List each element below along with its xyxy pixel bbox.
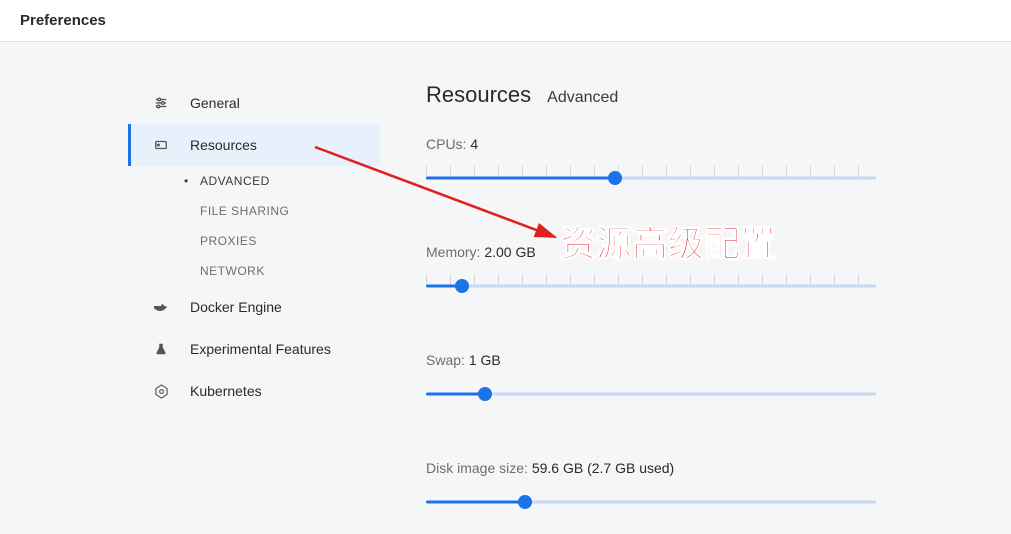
swap-slider[interactable] — [426, 388, 876, 400]
sidebar-item-dockerengine[interactable]: Docker Engine — [128, 286, 380, 328]
disk-slider[interactable] — [426, 496, 876, 508]
disk-label: Disk image size: — [426, 460, 528, 476]
drive-icon — [152, 136, 170, 154]
content-title-row: Resources Advanced — [426, 82, 971, 108]
slider-fill — [426, 177, 615, 180]
slider-fill — [426, 393, 485, 396]
sidebar-sub-filesharing[interactable]: FILE SHARING — [182, 196, 380, 226]
sidebar-item-experimental[interactable]: Experimental Features — [128, 328, 380, 370]
sidebar-item-label: Kubernetes — [190, 383, 262, 399]
sidebar-sub-label: NETWORK — [200, 264, 265, 278]
sidebar-sub-label: FILE SHARING — [200, 204, 289, 218]
swap-label-row: Swap: 1 GB — [426, 352, 971, 368]
content-pane: Resources Advanced CPUs: 4 Memory: 2.00 … — [380, 82, 1011, 518]
memory-label-row: Memory: 2.00 GB — [426, 244, 971, 260]
sidebar-sub-resources: ADVANCED FILE SHARING PROXIES NETWORK — [128, 166, 380, 286]
memory-slider[interactable] — [426, 280, 876, 292]
cpus-label: CPUs: — [426, 136, 466, 152]
sidebar-sub-label: PROXIES — [200, 234, 257, 248]
memory-field: Memory: 2.00 GB — [426, 244, 971, 292]
disk-value: 59.6 GB (2.7 GB used) — [532, 460, 674, 476]
cpus-slider[interactable] — [426, 172, 876, 184]
page-title: Preferences — [20, 12, 106, 29]
slider-fill — [426, 501, 525, 504]
swap-value: 1 GB — [469, 352, 501, 368]
sidebar-sub-proxies[interactable]: PROXIES — [182, 226, 380, 256]
slider-knob[interactable] — [455, 279, 469, 293]
cpus-value: 4 — [470, 136, 478, 152]
sidebar-item-general[interactable]: General — [128, 82, 380, 124]
memory-value: 2.00 GB — [484, 244, 535, 260]
slider-knob[interactable] — [478, 387, 492, 401]
flask-icon — [152, 340, 170, 358]
sidebar-sub-network[interactable]: NETWORK — [182, 256, 380, 286]
disk-label-row: Disk image size: 59.6 GB (2.7 GB used) — [426, 460, 971, 476]
sidebar-sub-label: ADVANCED — [200, 174, 270, 188]
swap-label: Swap: — [426, 352, 465, 368]
cpus-field: CPUs: 4 — [426, 136, 971, 184]
content-title: Resources — [426, 82, 531, 108]
sidebar-item-label: Resources — [190, 137, 257, 153]
preferences-header: Preferences — [0, 0, 1011, 42]
content-subtitle: Advanced — [547, 89, 618, 107]
sidebar-sub-advanced[interactable]: ADVANCED — [182, 166, 380, 196]
sliders-icon — [152, 94, 170, 112]
swap-field: Swap: 1 GB — [426, 352, 971, 400]
memory-label: Memory: — [426, 244, 480, 260]
main-layout: General Resources ADVANCED FILE SHARING … — [0, 42, 1011, 518]
slider-track — [426, 285, 876, 288]
sidebar-item-kubernetes[interactable]: Kubernetes — [128, 370, 380, 412]
slider-knob[interactable] — [608, 171, 622, 185]
wheel-icon — [152, 382, 170, 400]
sidebar-item-label: Docker Engine — [190, 299, 282, 315]
slider-track — [426, 393, 876, 396]
sidebar-item-resources[interactable]: Resources — [128, 124, 380, 166]
sidebar: General Resources ADVANCED FILE SHARING … — [0, 82, 380, 518]
sidebar-item-label: General — [190, 95, 240, 111]
cpus-label-row: CPUs: 4 — [426, 136, 971, 152]
whale-icon — [152, 298, 170, 316]
slider-knob[interactable] — [518, 495, 532, 509]
sidebar-item-label: Experimental Features — [190, 341, 331, 357]
disk-field: Disk image size: 59.6 GB (2.7 GB used) — [426, 460, 971, 508]
